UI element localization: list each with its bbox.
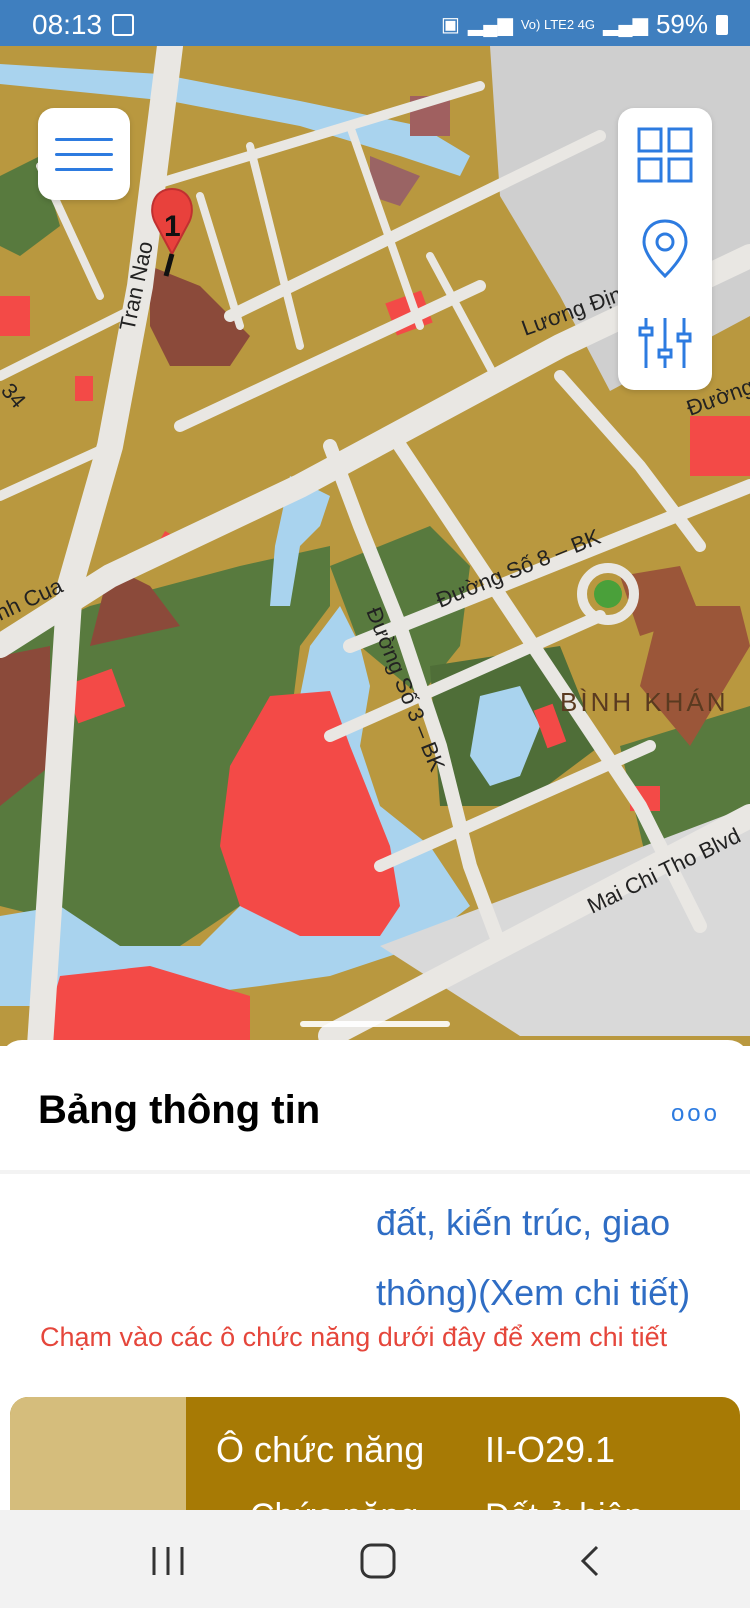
menu-button[interactable]	[38, 108, 130, 200]
status-time: 08:13	[32, 9, 103, 40]
battery-level: 59%	[655, 9, 708, 39]
battery-icon	[716, 14, 728, 35]
hamburger-menu-icon	[55, 138, 113, 141]
layers-button[interactable]	[618, 108, 712, 202]
card-label-2: Chức năng	[250, 1497, 418, 1510]
map-tools-panel	[618, 108, 712, 390]
sheet-title: Bảng thông tin	[38, 1088, 321, 1132]
status-bar: 08:13 ▣ ▂▄▆ Vo) LTE2 4G ▂▄▆ 59%	[0, 0, 750, 46]
hint-text: Chạm vào các ô chức năng dưới đây để xem…	[40, 1322, 668, 1352]
description-link[interactable]: đất, kiến trúc, giao thông)(Xem chi tiết…	[376, 1188, 736, 1328]
recent-apps-button[interactable]	[138, 1536, 198, 1586]
sheet-divider	[0, 1170, 750, 1174]
home-icon	[360, 1543, 396, 1579]
home-button[interactable]	[348, 1536, 408, 1586]
battery-saver-icon: ▣	[440, 14, 460, 36]
area-label-binh-khanh: BÌNH KHÁN	[560, 687, 729, 717]
navigation-bar	[0, 1510, 750, 1608]
card-value-2: Đất ở hiện	[485, 1497, 643, 1510]
filter-button[interactable]	[618, 296, 712, 390]
info-sheet: Bảng thông tin ooo đất, kiến trúc, giao …	[0, 1040, 750, 1510]
sliders-icon	[638, 318, 692, 368]
layers-grid-icon	[637, 127, 693, 183]
back-button[interactable]	[560, 1536, 620, 1586]
card-label: Ô chức năng	[216, 1429, 425, 1470]
signal-icon: ▂▄▆	[467, 14, 513, 36]
back-icon	[580, 1545, 599, 1577]
map-marker-number: 1	[164, 210, 181, 243]
network-type: Vo) LTE2 4G	[520, 17, 596, 32]
function-cell-card[interactable]: Ô chức năng II-O29.1 Chức năng Đất ở hiệ…	[10, 1397, 740, 1510]
signal-icon-2: ▂▄▆	[603, 14, 648, 36]
description-line-1: đất, kiến trúc, giao	[376, 1202, 671, 1243]
sheet-drag-handle[interactable]	[300, 1021, 450, 1027]
recent-apps-icon	[152, 1547, 184, 1575]
card-value: II-O29.1	[485, 1429, 616, 1470]
location-button[interactable]	[618, 202, 712, 296]
notification-icon	[112, 14, 134, 36]
location-pin-icon	[642, 219, 688, 279]
color-swatch	[10, 1397, 186, 1510]
more-options-button[interactable]: ooo	[671, 1100, 720, 1128]
description-line-2: thông)(Xem chi tiết)	[376, 1272, 691, 1313]
